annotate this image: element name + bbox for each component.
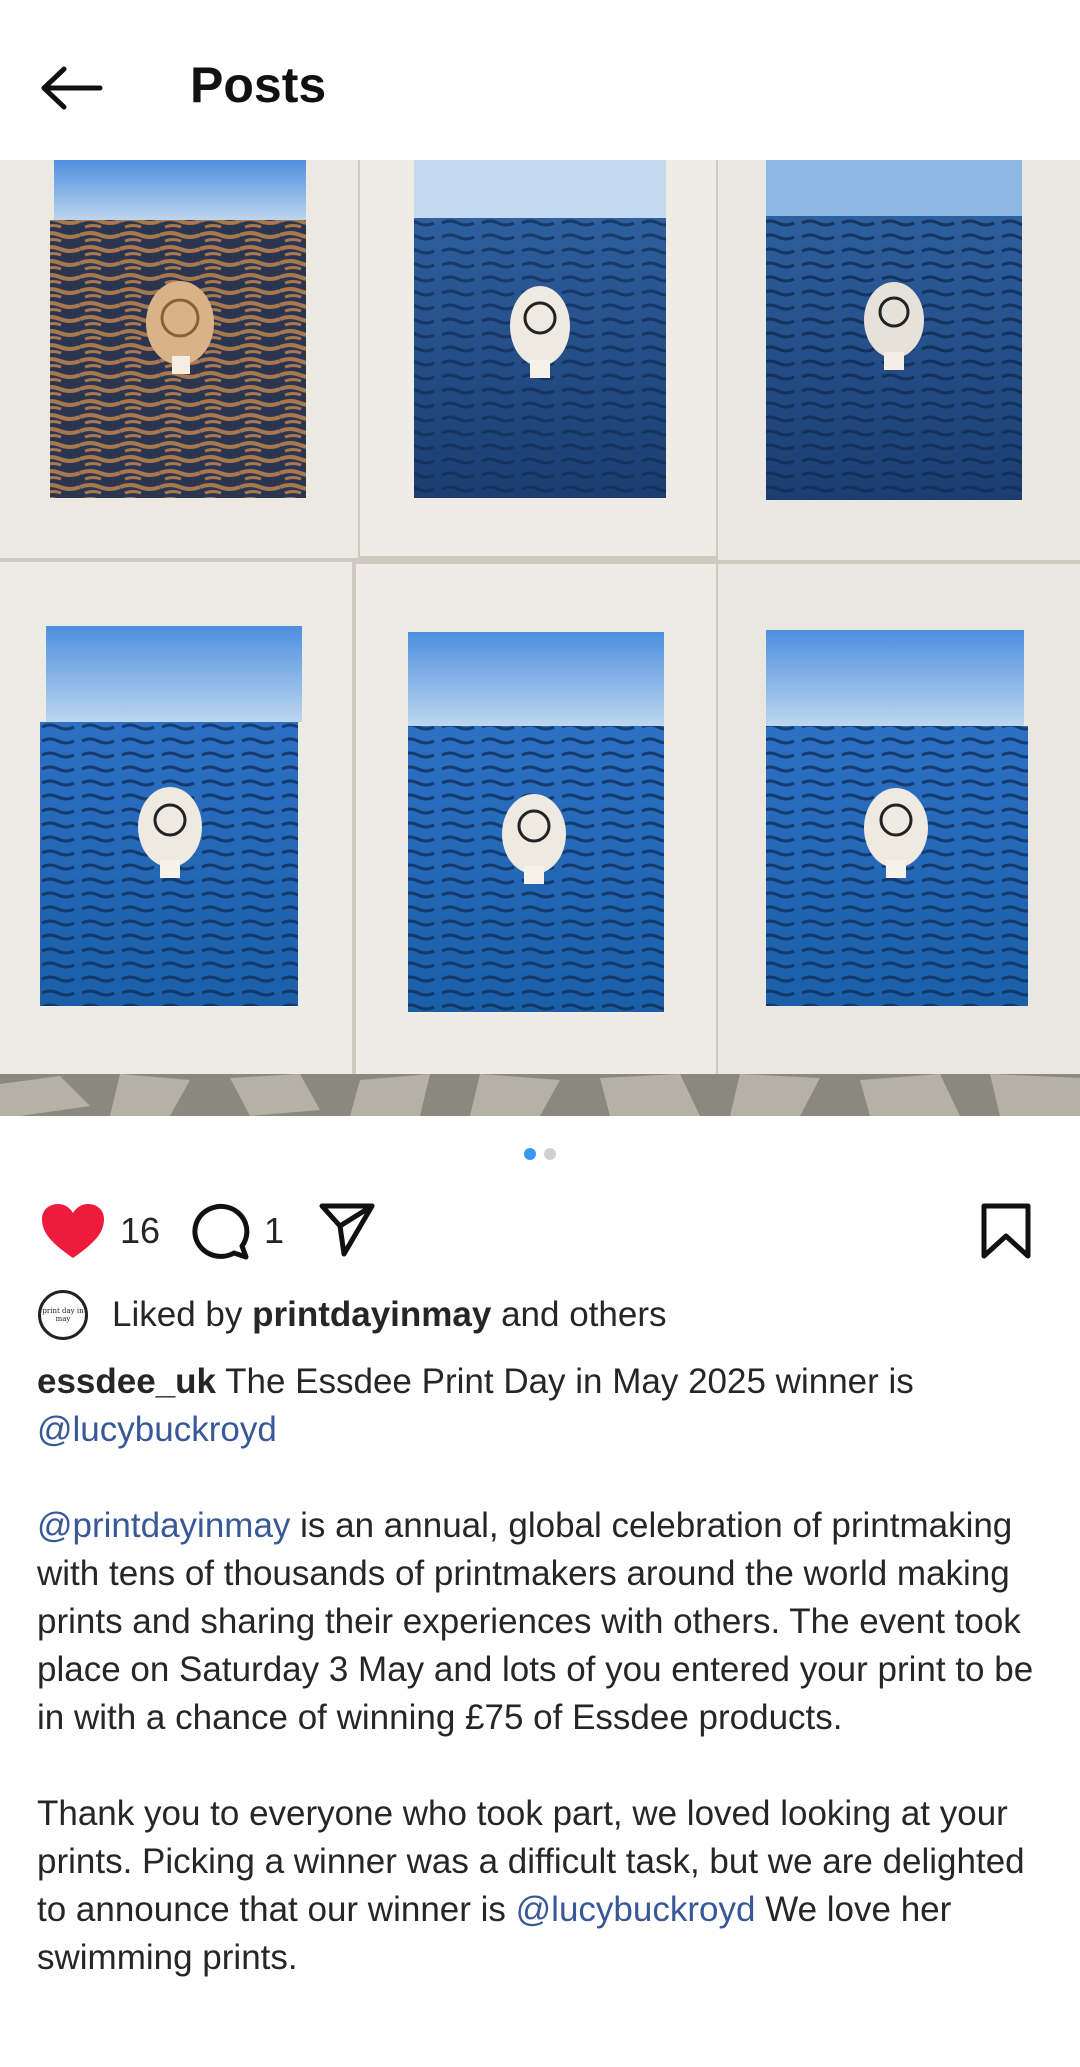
heart-icon [42,1204,104,1258]
back-button[interactable] [36,52,108,124]
mention-link[interactable]: @printdayinmay [37,1506,290,1545]
save-button[interactable] [980,1202,1032,1265]
liked-by-user[interactable]: printdayinmay [252,1295,491,1335]
like-count: 16 [120,1210,161,1251]
mention-link[interactable]: @lucybuckroyd [37,1410,277,1449]
post-actions: 16 1 [0,1190,1080,1280]
carousel-dot [544,1148,556,1160]
post-image[interactable] [0,160,1080,1116]
arrow-left-icon [41,66,103,110]
prints-photo [0,160,1080,1116]
avatar[interactable]: print day in may [38,1290,88,1340]
liked-by[interactable]: print day in may Liked by printdayinmay … [38,1290,666,1340]
caption-username[interactable]: essdee_uk [37,1362,216,1401]
comment-button[interactable]: 1 [190,1202,284,1260]
bookmark-icon [981,1203,1031,1259]
carousel-indicator [0,1148,1080,1160]
carousel-dot-active [524,1148,536,1160]
top-bar: Posts [0,0,1080,160]
liked-by-prefix: Liked by [112,1295,243,1334]
share-icon [319,1203,375,1257]
mention-link[interactable]: @lucybuckroyd [516,1890,756,1929]
post-caption: essdee_uk The Essdee Print Day in May 20… [37,1358,1047,1982]
page-title: Posts [190,57,327,113]
like-button[interactable]: 16 [40,1202,160,1260]
caption-line1: The Essdee Print Day in May 2025 winner … [225,1362,914,1401]
avatar-text: print day in may [42,1307,84,1323]
share-button[interactable] [318,1202,376,1258]
comment-count: 1 [264,1210,285,1251]
liked-by-suffix: and others [501,1295,667,1334]
comment-icon [192,1203,250,1260]
